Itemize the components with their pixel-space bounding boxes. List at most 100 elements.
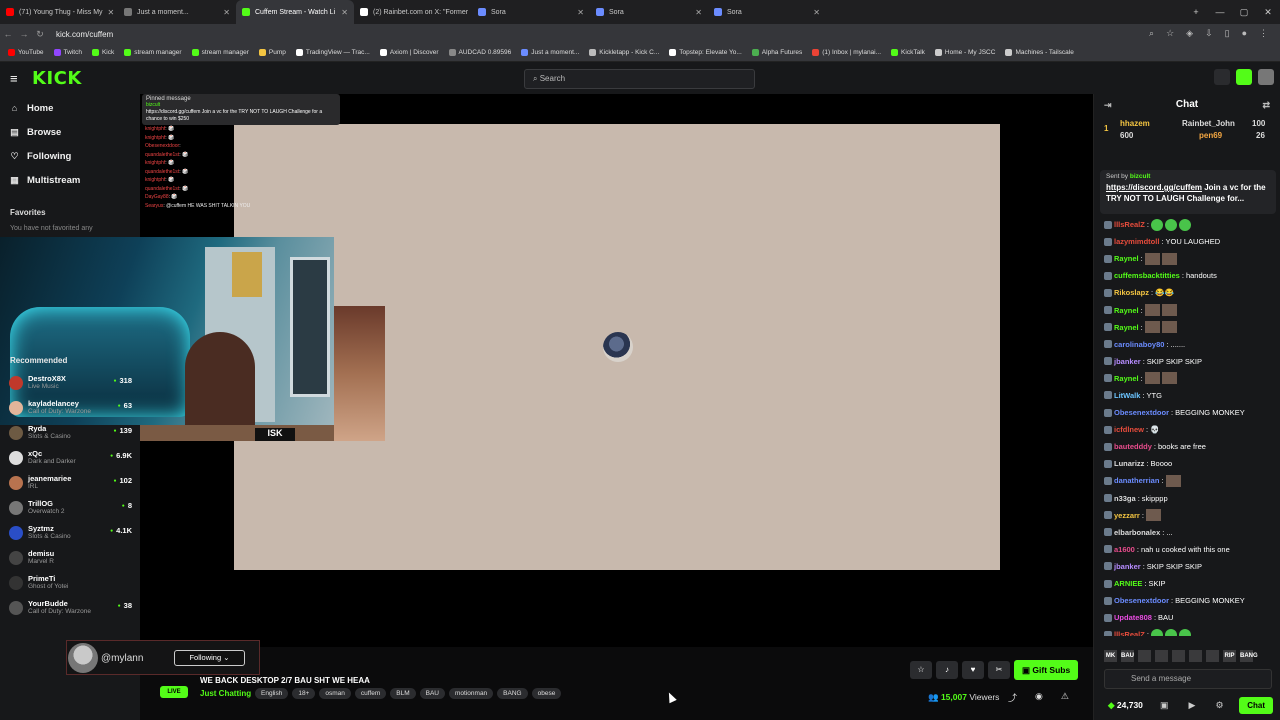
bookmark-item[interactable]: YouTube [8,49,44,56]
recommended-channel[interactable]: xQcDark and Darker 6.9K [0,445,140,470]
recommended-channel[interactable]: PrimeTi Ghost of Yotei [0,570,140,595]
clip-icon[interactable]: ✂ [988,661,1010,679]
heart-icon[interactable]: ♥ [962,661,984,679]
theater-icon[interactable]: ▶ [1189,700,1196,711]
chat-username[interactable]: ARNIEE [1114,579,1142,588]
bookmark-item[interactable]: Topstep: Elevate Yo... [669,49,742,56]
gift-icon[interactable]: ▣ [1160,700,1169,711]
browser-tab[interactable]: (2) Rainbet.com on X: "Former✕ [354,0,472,24]
stream-tag[interactable]: BLM [390,688,416,699]
new-tab-icon[interactable]: + [1184,0,1208,24]
browser-tab[interactable]: Sora ✕ [590,0,708,24]
leader-2-name[interactable]: Rainbet_John [1182,119,1235,128]
maximize-icon[interactable]: ▢ [1232,0,1256,24]
chat-username[interactable]: lazymimdtoll [1114,237,1159,246]
bookmark-item[interactable]: KickTalk [891,49,925,56]
report-icon[interactable]: ⚠ [1061,691,1069,704]
notification-bell-icon[interactable]: ♪ [936,661,958,679]
chat-username[interactable]: cuffemsbacktitties [1114,271,1180,280]
bookmark-item[interactable]: Pump [258,49,286,56]
bookmark-item[interactable]: Alpha Futures [751,49,802,56]
following-button[interactable]: Following ⌄ [174,650,245,666]
recommended-channel[interactable]: kayladelanceyCall of Duty: Warzone 63 [0,395,140,420]
kick-app-icon[interactable] [1236,69,1252,85]
chat-settings-icon[interactable]: ⇄ [1262,94,1270,116]
tab-close-icon[interactable]: ✕ [813,8,820,17]
sidebar-item-multistream[interactable]: ▦ Multistream [0,168,140,192]
bookmark-item[interactable]: Axiom | Discover [379,49,439,56]
bookmark-item[interactable]: Kickletapp - Kick C... [589,49,659,56]
bookmark-item[interactable]: Home - My JSCC [934,49,995,56]
recommended-channel[interactable]: RydaSlots & Casino 139 [0,420,140,445]
bookmark-item[interactable]: stream manager [124,49,182,56]
kick-logo[interactable]: KICK [32,68,82,89]
hamburger-menu-icon[interactable]: ≡ [10,71,18,86]
pinned-link[interactable]: https://discord.gg/cuffem [1106,183,1202,192]
search-input[interactable]: ⌕ Search [524,69,755,89]
chat-username[interactable]: Lunarizz [1114,459,1144,468]
chat-username[interactable]: elbarbonalex [1114,528,1160,537]
browser-tab[interactable]: Just a moment... ✕ [118,0,236,24]
stream-tag[interactable]: motionman [449,688,494,699]
share-icon[interactable]: ⤴ [1008,691,1017,704]
minimize-icon[interactable]: — [1208,0,1232,24]
emote-bar-item[interactable] [1206,650,1219,662]
user-avatar[interactable] [1258,69,1274,85]
chat-send-button[interactable]: Chat [1239,697,1273,714]
chat-username[interactable]: Raynel [1114,323,1139,332]
chat-username[interactable]: Update808 [1114,613,1152,622]
tab-close-icon[interactable]: ✕ [108,8,115,17]
favorite-star-icon[interactable]: ☆ [910,661,932,679]
browser-tab[interactable]: (71) Young Thug - Miss My ✕ [0,0,118,24]
bookmark-item[interactable]: stream manager [191,49,249,56]
tab-close-icon[interactable]: ✕ [223,8,230,17]
emote-bar-item[interactable]: BANG [1240,650,1258,662]
back-icon[interactable]: ← [0,29,16,39]
chat-username[interactable]: jbanker [1114,562,1141,571]
stream-tag[interactable]: BANG [497,688,528,699]
stream-tag[interactable]: BAU [419,688,446,699]
recommended-channel[interactable]: jeanemarieeIRL 102 [0,470,140,495]
collapse-chat-icon[interactable]: ⇥ [1104,94,1112,116]
hide-icon[interactable]: ◉ [1035,691,1043,704]
leader-1-name[interactable]: hhazem [1120,119,1150,128]
chat-username[interactable]: Obesenextdoor [1114,408,1169,417]
chat-username[interactable]: lllsRealZ [1114,220,1145,229]
chat-input[interactable]: Send a message [1104,669,1272,689]
sidebar-item-home[interactable]: ⌂ Home [0,96,140,120]
notifications-icon[interactable] [1214,69,1230,85]
emote-bar-item[interactable] [1138,650,1151,662]
emote-bar-item[interactable] [1155,650,1168,662]
sidebar-item-browse[interactable]: ▤ Browse [0,120,140,144]
bookmark-item[interactable]: (1) Inbox | mylanai... [812,49,881,56]
chat-username[interactable]: Obesenextdoor [1114,596,1169,605]
emote-bar-item[interactable]: RIP [1223,650,1236,662]
chat-username[interactable]: a1600 [1114,545,1135,554]
bookmark-item[interactable]: Machines - Tailscale [1005,49,1074,56]
stream-tag[interactable]: obese [531,688,562,699]
sidepanel-icon[interactable]: ▯ [1225,28,1230,39]
chat-username[interactable]: lllsRealZ [1114,630,1145,636]
profile-icon[interactable]: ● [1242,28,1247,39]
leader-3-name[interactable]: pen69 [1199,131,1222,140]
chat-username[interactable]: carolinaboy80 [1114,340,1164,349]
recommended-channel[interactable]: YourBuddeCall of Duty: Warzone 38 [0,595,140,620]
extension-icon[interactable]: ◈ [1186,28,1193,39]
streamer-handle[interactable]: @mylann [101,653,143,664]
chat-username[interactable]: icfdlnew [1114,425,1144,434]
chat-username[interactable]: jbanker [1114,357,1141,366]
tab-close-icon[interactable]: ✕ [695,8,702,17]
stream-tag[interactable]: cuffem [354,688,387,699]
stream-category[interactable]: Just Chatting [200,689,251,698]
streamer-avatar[interactable] [68,643,98,673]
emote-bar-item[interactable]: MK [1104,650,1117,662]
reload-icon[interactable]: ↻ [32,29,48,40]
bookmark-item[interactable]: Twitch [53,49,82,56]
stream-tag[interactable]: English [255,688,289,699]
chat-username[interactable]: Rikoslapz [1114,288,1149,297]
tab-close-icon[interactable]: ✕ [341,8,348,17]
menu-icon[interactable]: ⋮ [1259,28,1268,39]
chat-pinned-message[interactable]: Sent by bizcult https://discord.gg/cuffe… [1100,170,1276,214]
chat-username[interactable]: danatherrian [1114,476,1159,485]
chat-gear-icon[interactable]: ⚙ [1215,700,1223,711]
